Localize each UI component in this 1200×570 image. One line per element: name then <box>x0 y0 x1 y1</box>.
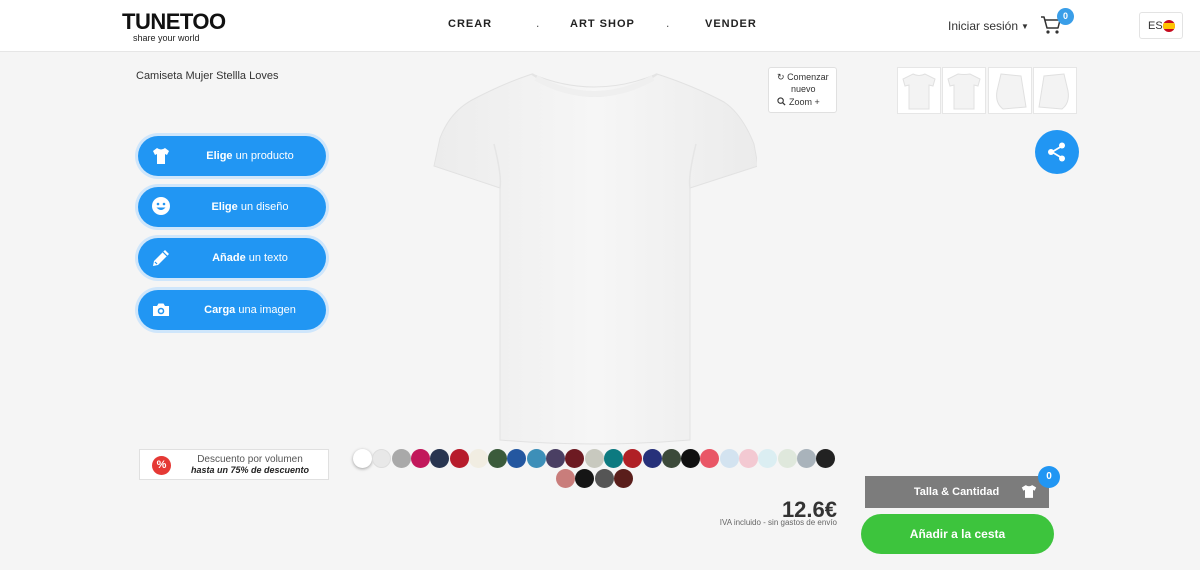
color-swatch[interactable] <box>526 449 546 468</box>
nav-separator: . <box>666 16 670 30</box>
nav-separator: . <box>536 16 540 30</box>
color-swatch[interactable] <box>565 449 585 468</box>
color-swatch[interactable] <box>575 469 595 488</box>
color-swatch[interactable] <box>507 449 527 468</box>
nav-vender[interactable]: VENDER <box>705 18 757 30</box>
choose-product-label: Elige un producto <box>206 150 294 162</box>
nav-crear[interactable]: CREAR <box>448 18 492 30</box>
color-swatch[interactable] <box>777 449 797 468</box>
color-swatches <box>351 448 841 493</box>
pencil-icon <box>153 250 169 266</box>
spain-flag-icon <box>1163 20 1175 32</box>
color-swatch[interactable] <box>758 449 778 468</box>
color-swatch[interactable] <box>796 449 816 468</box>
vat-note: IVA incluido - sin gastos de envío <box>719 518 837 527</box>
nav-art-shop[interactable]: ART SHOP <box>570 18 635 30</box>
tshirt-front-thumb <box>902 73 936 110</box>
size-quantity-button[interactable]: Talla & Cantidad <box>865 476 1049 508</box>
color-swatch[interactable] <box>584 449 604 468</box>
choose-design-label: Elige un diseño <box>211 201 289 213</box>
size-count-badge: 0 <box>1038 466 1060 488</box>
color-swatch[interactable] <box>410 449 430 468</box>
color-swatch[interactable] <box>603 449 623 468</box>
zoom-button[interactable]: Zoom + <box>777 97 820 107</box>
color-swatch[interactable] <box>623 449 643 468</box>
color-swatch[interactable] <box>391 449 411 468</box>
smiley-icon <box>152 197 170 215</box>
refresh-icon: ↻ <box>777 72 785 82</box>
color-swatch[interactable] <box>739 449 758 468</box>
color-swatch[interactable] <box>642 449 662 468</box>
add-to-cart-button[interactable]: Añadir a la cesta <box>861 514 1054 554</box>
view-thumbnail-right-sleeve[interactable] <box>1033 67 1077 114</box>
view-thumbnail-back[interactable] <box>942 67 986 114</box>
color-swatch[interactable] <box>468 449 488 468</box>
view-thumbnail-left-sleeve[interactable] <box>988 67 1032 114</box>
color-swatch[interactable] <box>449 449 469 468</box>
color-swatch[interactable] <box>556 469 575 488</box>
share-button[interactable] <box>1035 130 1079 174</box>
camera-icon <box>153 303 169 316</box>
color-swatch[interactable] <box>661 449 681 468</box>
tshirt-image <box>433 73 759 445</box>
color-swatch[interactable] <box>681 449 701 468</box>
zoom-icon <box>777 97 786 106</box>
color-swatch[interactable] <box>594 469 614 488</box>
add-text-button[interactable]: Añade un texto <box>138 238 326 278</box>
color-swatch[interactable] <box>372 449 392 468</box>
tshirt-right-sleeve-thumb <box>1038 73 1069 110</box>
canvas-tools: ↻ Comenzar nuevo Zoom + <box>768 67 837 113</box>
add-text-label: Añade un texto <box>212 252 288 264</box>
tshirt-preview[interactable] <box>432 68 759 448</box>
restart-label-2: nuevo <box>791 84 816 94</box>
color-swatch[interactable] <box>353 449 372 468</box>
product-title: Camiseta Mujer Stellla Loves <box>136 70 279 82</box>
color-swatch[interactable] <box>430 449 450 468</box>
tshirt-left-sleeve-thumb <box>996 73 1027 110</box>
color-swatch[interactable] <box>700 449 720 468</box>
logo-tagline: share your world <box>133 33 200 43</box>
color-swatch[interactable] <box>719 449 739 468</box>
view-thumbnail-front[interactable] <box>897 67 941 114</box>
color-swatch[interactable] <box>546 449 565 468</box>
volume-discount-banner[interactable]: % Descuento por volumen hasta un 75% de … <box>139 449 329 480</box>
upload-image-label: Carga una imagen <box>204 304 296 316</box>
tshirt-back-thumb <box>947 73 981 110</box>
cart-count-badge: 0 <box>1057 8 1074 25</box>
login-dropdown[interactable]: Iniciar sesión ▼ <box>948 19 1029 33</box>
color-swatch[interactable] <box>613 469 633 488</box>
percent-icon: % <box>152 456 171 475</box>
discount-line2: hasta un 75% de descuento <box>190 465 310 475</box>
logo-word: TUNETOO <box>122 9 226 34</box>
color-swatch[interactable] <box>488 449 508 468</box>
language-selector[interactable]: ES <box>1139 12 1183 39</box>
login-label: Iniciar sesión <box>948 19 1019 33</box>
choose-product-button[interactable]: Elige un producto <box>138 136 326 176</box>
tshirt-icon <box>153 148 169 164</box>
color-swatch[interactable] <box>816 449 836 468</box>
tshirt-icon <box>1021 485 1037 498</box>
caret-down-icon: ▼ <box>1021 22 1029 32</box>
header: TUNETOO share your world CREAR . ART SHO… <box>0 0 1200 52</box>
restart-button[interactable]: ↻ Comenzar <box>777 72 829 83</box>
zoom-label: Zoom + <box>789 97 820 107</box>
choose-design-button[interactable]: Elige un diseño <box>138 187 326 227</box>
language-label: ES <box>1148 20 1163 32</box>
discount-line1: Descuento por volumen <box>197 454 303 465</box>
share-icon <box>1048 142 1065 162</box>
logo[interactable]: TUNETOO share your world <box>122 10 226 46</box>
upload-image-button[interactable]: Carga una imagen <box>138 290 326 330</box>
restart-label-1: Comenzar <box>787 72 829 82</box>
